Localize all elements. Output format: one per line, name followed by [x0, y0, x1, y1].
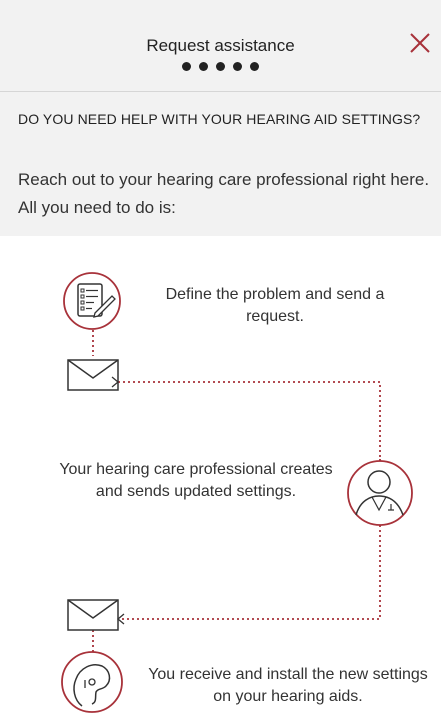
- progress-dot: [233, 62, 242, 71]
- step-3-text: You receive and install the new settings…: [148, 666, 428, 705]
- envelope-icon: [67, 599, 125, 631]
- progress-dots: [0, 62, 441, 71]
- envelope-icon: [67, 359, 120, 391]
- hearing-aid-icon: [61, 651, 123, 713]
- step-2-text: Your hearing care professional creates a…: [59, 461, 333, 500]
- step-1-text: Define the problem and send a request.: [165, 286, 385, 325]
- header: Request assistance: [0, 0, 441, 92]
- steps-panel: Define the problem and send a request. Y…: [0, 236, 441, 724]
- progress-dot: [182, 62, 191, 71]
- close-icon[interactable]: [405, 28, 435, 58]
- professional-avatar-icon: [347, 460, 413, 526]
- progress-dot: [216, 62, 225, 71]
- intro-text: Reach out to your hearing care professio…: [18, 170, 430, 217]
- progress-dot: [199, 62, 208, 71]
- help-heading: DO YOU NEED HELP WITH YOUR HEARING AID S…: [18, 111, 421, 127]
- progress-dot: [250, 62, 259, 71]
- page-title: Request assistance: [146, 36, 295, 55]
- header-divider: [0, 91, 441, 92]
- document-pen-icon: [63, 272, 121, 330]
